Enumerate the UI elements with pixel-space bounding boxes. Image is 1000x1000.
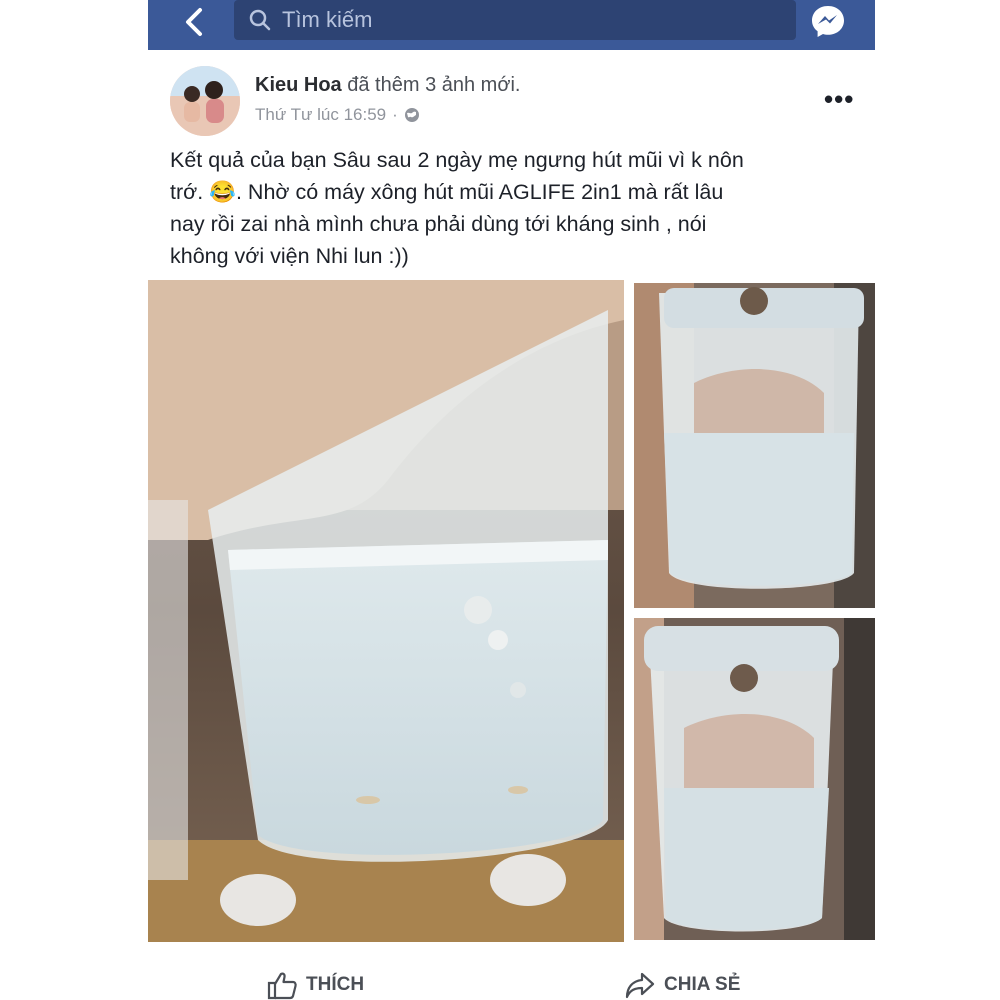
post-text-line: nay rồi zai nhà mình chưa phải dùng tới … (170, 212, 707, 236)
post-text-fragment: . Nhờ có máy xông hút mũi AGLIFE 2in1 mà… (235, 180, 724, 204)
post-text-line: trớ. 😂. Nhờ có máy xông hút mũi AGLIFE 2… (170, 176, 860, 208)
search-icon (249, 9, 271, 31)
like-button[interactable]: THÍCH (266, 970, 364, 1000)
phone-screen: Kieu Hoa đã thêm 3 ảnh mới. Thứ Tư lúc 1… (148, 0, 875, 1000)
like-label: THÍCH (306, 974, 365, 995)
post-text-line: Kết quả của bạn Sâu sau 2 ngày mẹ ngưng … (170, 148, 744, 172)
messenger-icon (812, 6, 844, 37)
post-action-bar: THÍCH CHIA SẺ (148, 960, 875, 1000)
post-text: Kết quả của bạn Sâu sau 2 ngày mẹ ngưng … (170, 144, 860, 272)
post-timestamp[interactable]: Thứ Tư lúc 16:59 (255, 105, 386, 125)
post-text-line: không với viện Nhi lun :)) (170, 244, 409, 268)
post-header: Kieu Hoa đã thêm 3 ảnh mới. Thứ Tư lúc 1… (148, 60, 875, 140)
search-bar[interactable] (234, 0, 796, 40)
back-arrow-icon (186, 8, 202, 36)
search-input[interactable] (280, 6, 764, 34)
top-navigation-bar (148, 0, 875, 50)
post-text-fragment: trớ. (170, 180, 204, 204)
post-meta: Thứ Tư lúc 16:59 · (255, 105, 420, 125)
cup-photo-image (634, 283, 875, 608)
post-action-text: đã thêm 3 ảnh mới. (347, 74, 521, 96)
author-line: Kieu Hoa đã thêm 3 ảnh mới. (255, 74, 520, 97)
globe-icon (404, 108, 419, 122)
author-name[interactable]: Kieu Hoa (255, 74, 342, 96)
photo-top-right[interactable] (634, 283, 875, 608)
avatar[interactable] (170, 66, 240, 136)
messenger-button[interactable] (808, 2, 848, 42)
share-button[interactable]: CHIA SẺ (624, 970, 740, 1000)
photo-main[interactable] (148, 280, 624, 942)
photo-bottom-right[interactable] (634, 618, 875, 940)
photo-grid (148, 280, 875, 942)
like-icon (267, 972, 297, 1000)
cup-photo-image (634, 618, 875, 940)
share-label: CHIA SẺ (664, 974, 741, 995)
laughing-emoji-icon: 😂 (209, 180, 236, 204)
avatar-image (170, 66, 240, 136)
back-button[interactable] (176, 4, 212, 40)
meta-separator: · (392, 105, 398, 124)
more-options-button[interactable]: ••• (824, 84, 854, 115)
cup-photo-image (148, 280, 624, 942)
share-icon (625, 972, 655, 999)
